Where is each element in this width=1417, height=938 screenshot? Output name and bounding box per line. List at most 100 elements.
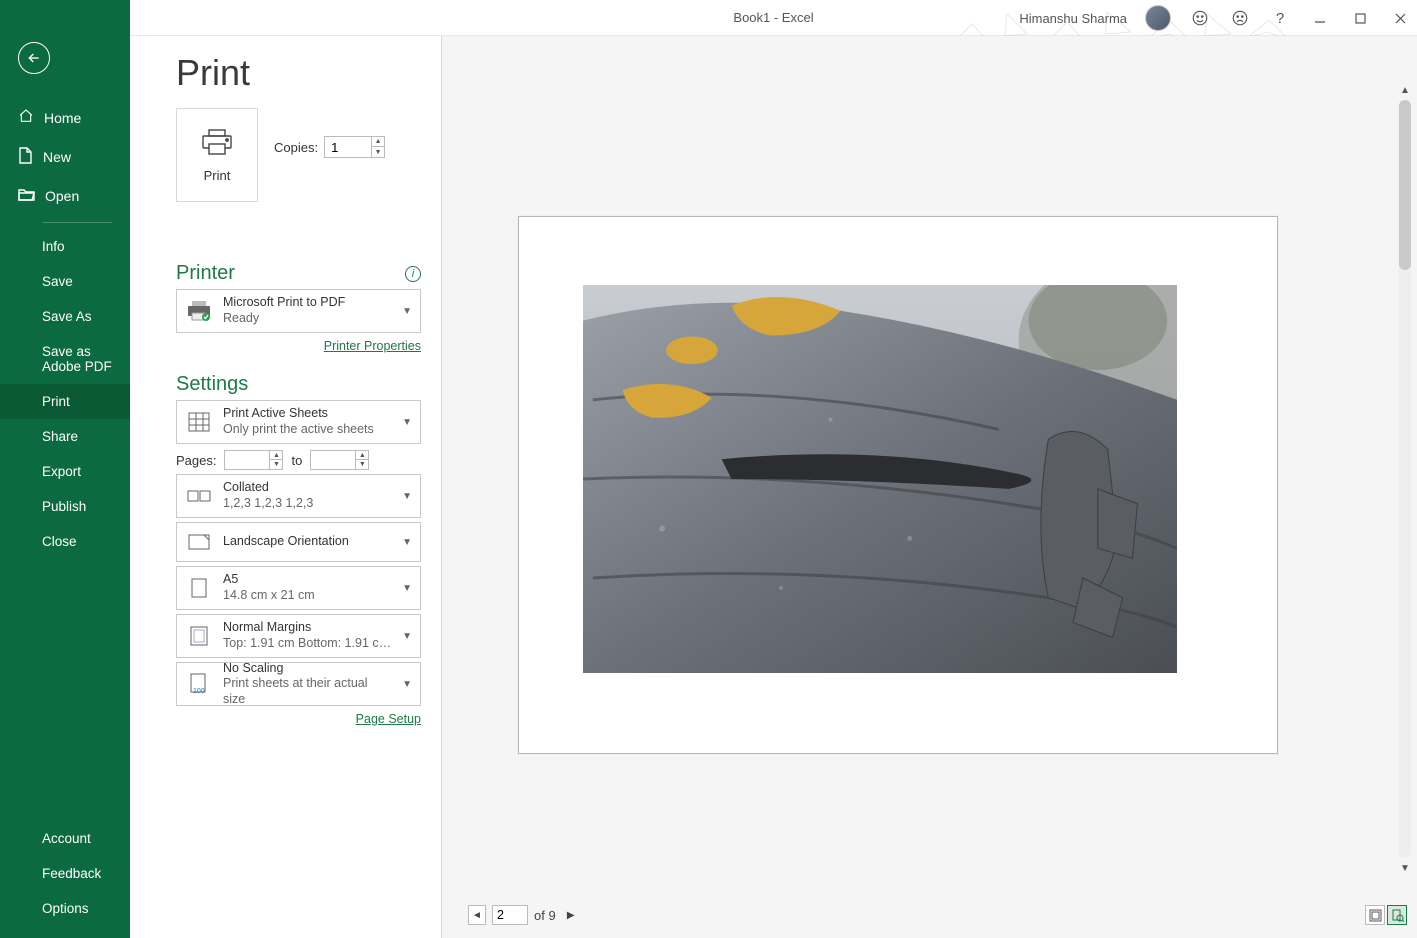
copies-input-wrap: ▲ ▼ xyxy=(324,136,385,158)
maximize-button[interactable] xyxy=(1349,7,1371,29)
sidebar-item-save[interactable]: Save xyxy=(0,264,130,299)
backstage-sidebar: Home New Open InfoSaveSave AsSave as Adobe… xyxy=(0,0,130,938)
back-button[interactable] xyxy=(18,42,50,74)
show-margins-button[interactable] xyxy=(1365,905,1385,925)
preview-content-image xyxy=(583,285,1177,673)
printer-name: Microsoft Print to PDF xyxy=(223,295,392,311)
sidebar-item-account[interactable]: Account xyxy=(0,821,130,856)
close-button[interactable] xyxy=(1389,7,1411,29)
home-icon xyxy=(18,108,34,127)
avatar[interactable] xyxy=(1145,5,1171,31)
print-button[interactable]: Print xyxy=(176,108,258,202)
smile-icon[interactable] xyxy=(1189,7,1211,29)
sidebar-item-export[interactable]: Export xyxy=(0,454,130,489)
help-icon[interactable]: ? xyxy=(1269,7,1291,29)
pages-to-up[interactable]: ▲ xyxy=(356,451,368,460)
page-icon xyxy=(185,578,213,598)
sidebar-item-label: New xyxy=(43,149,71,165)
settings-heading: Settings xyxy=(176,373,248,396)
what-to-print-sub: Only print the active sheets xyxy=(223,422,392,438)
scaling-icon: 100 xyxy=(185,673,213,695)
printer-icon xyxy=(200,128,234,156)
sidebar-item-print[interactable]: Print xyxy=(0,384,130,419)
sidebar-item-options[interactable]: Options xyxy=(0,891,130,926)
copies-spin-up[interactable]: ▲ xyxy=(372,136,384,147)
current-page-input[interactable] xyxy=(492,905,528,925)
frown-icon[interactable] xyxy=(1229,7,1251,29)
chevron-down-icon: ▼ xyxy=(402,583,412,594)
user-name: Himanshu Sharma xyxy=(1019,11,1127,26)
collated-icon xyxy=(185,488,213,504)
margins-icon xyxy=(185,626,213,646)
sidebar-item-saveadobe[interactable]: Save as Adobe PDF xyxy=(0,334,130,384)
what-to-print-title: Print Active Sheets xyxy=(223,406,392,422)
scroll-down-arrow[interactable]: ▼ xyxy=(1397,860,1413,876)
sidebar-item-info[interactable]: Info xyxy=(0,229,130,264)
next-page-button[interactable]: ▶ xyxy=(562,905,580,925)
pages-to-label: to xyxy=(291,453,302,468)
page-navigator: ◄ of 9 ▶ xyxy=(468,905,580,925)
printer-dropdown[interactable]: Microsoft Print to PDF Ready ▼ xyxy=(176,289,421,333)
sidebar-item-feedback[interactable]: Feedback xyxy=(0,856,130,891)
pages-from-down[interactable]: ▼ xyxy=(270,460,282,469)
zoom-to-page-button[interactable] xyxy=(1387,905,1407,925)
paper-sub: 14.8 cm x 21 cm xyxy=(223,588,392,604)
pages-to-down[interactable]: ▼ xyxy=(356,460,368,469)
window-title: Book1 - Excel xyxy=(733,10,813,25)
sidebar-item-new[interactable]: New xyxy=(0,137,130,177)
pages-to-input[interactable] xyxy=(311,451,355,469)
scroll-up-arrow[interactable]: ▲ xyxy=(1397,82,1413,98)
margins-title: Normal Margins xyxy=(223,620,392,636)
sidebar-item-close[interactable]: Close xyxy=(0,524,130,559)
printer-properties-link[interactable]: Printer Properties xyxy=(130,339,421,353)
scaling-title: No Scaling xyxy=(223,661,392,677)
title-bar: Book1 - Excel Himanshu Sharma ? xyxy=(130,0,1417,36)
what-to-print-dropdown[interactable]: Print Active Sheets Only print the activ… xyxy=(176,400,421,444)
page-title: Print xyxy=(176,52,441,94)
sidebar-divider xyxy=(42,222,112,223)
paper-size-dropdown[interactable]: A5 14.8 cm x 21 cm ▼ xyxy=(176,566,421,610)
scrollbar-thumb[interactable] xyxy=(1399,100,1411,270)
collated-sub: 1,2,3 1,2,3 1,2,3 xyxy=(223,496,392,512)
print-button-label: Print xyxy=(204,168,231,183)
sidebar-item-home[interactable]: Home xyxy=(0,98,130,137)
sidebar-item-label: Home xyxy=(44,110,81,126)
printer-heading: Printer xyxy=(176,262,235,285)
paper-title: A5 xyxy=(223,572,392,588)
chevron-down-icon: ▼ xyxy=(402,306,412,317)
sidebar-item-share[interactable]: Share xyxy=(0,419,130,454)
chevron-down-icon: ▼ xyxy=(402,537,412,548)
print-settings-pane: Print Print Copies: ▲ ▼ Printer i Micros… xyxy=(130,36,442,938)
new-icon xyxy=(18,147,33,167)
chevron-down-icon: ▼ xyxy=(402,631,412,642)
landscape-icon xyxy=(185,534,213,550)
scaling-sub: Print sheets at their actual size xyxy=(223,676,392,707)
print-preview-area: ▲ ▼ xyxy=(442,36,1417,938)
orientation-title: Landscape Orientation xyxy=(223,534,392,550)
pages-from-up[interactable]: ▲ xyxy=(270,451,282,460)
chevron-down-icon: ▼ xyxy=(402,417,412,428)
vertical-scrollbar[interactable] xyxy=(1399,100,1411,858)
sidebar-item-open[interactable]: Open xyxy=(0,177,130,214)
collation-dropdown[interactable]: Collated 1,2,3 1,2,3 1,2,3 ▼ xyxy=(176,474,421,518)
pages-from-input[interactable] xyxy=(225,451,269,469)
chevron-down-icon: ▼ xyxy=(402,491,412,502)
page-setup-link[interactable]: Page Setup xyxy=(130,712,421,726)
sidebar-item-saveas[interactable]: Save As xyxy=(0,299,130,334)
svg-text:100: 100 xyxy=(193,688,205,695)
sidebar-item-label: Open xyxy=(45,188,79,204)
copies-input[interactable] xyxy=(325,137,371,157)
margins-dropdown[interactable]: Normal Margins Top: 1.91 cm Bottom: 1.91… xyxy=(176,614,421,658)
prev-page-button[interactable]: ◄ xyxy=(468,905,486,925)
copies-spin-down[interactable]: ▼ xyxy=(372,147,384,158)
sidebar-item-publish[interactable]: Publish xyxy=(0,489,130,524)
minimize-button[interactable] xyxy=(1309,7,1331,29)
orientation-dropdown[interactable]: Landscape Orientation ▼ xyxy=(176,522,421,562)
printer-info-icon[interactable]: i xyxy=(405,266,421,282)
pages-label: Pages: xyxy=(176,453,216,468)
open-icon xyxy=(18,187,35,204)
scaling-dropdown[interactable]: 100 No Scaling Print sheets at their act… xyxy=(176,662,421,706)
chevron-down-icon: ▼ xyxy=(402,679,412,690)
collated-title: Collated xyxy=(223,480,392,496)
printer-status: Ready xyxy=(223,311,392,327)
